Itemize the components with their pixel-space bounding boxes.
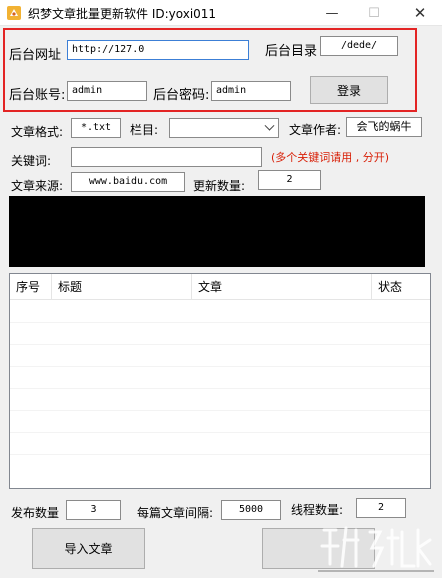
- app-icon: [7, 6, 21, 20]
- account-input[interactable]: admin: [67, 81, 147, 101]
- table-row: [10, 454, 430, 455]
- chevron-down-icon: [264, 120, 275, 131]
- thread-label: 线程数量:: [291, 503, 344, 517]
- keyword-hint: (多个关键词请用 , 分开): [271, 151, 390, 164]
- url-label: 后台网址: [9, 48, 62, 63]
- table-row: [10, 432, 430, 433]
- maximize-button[interactable]: ☐: [352, 0, 396, 26]
- format-input[interactable]: *.txt: [71, 118, 121, 138]
- title-bar: 织梦文章批量更新软件 ID:yoxi011 — ☐ ✕: [0, 0, 442, 26]
- source-input[interactable]: www.baidu.com: [71, 172, 185, 192]
- url-input[interactable]: http://127.0: [67, 40, 249, 60]
- dir-input[interactable]: /dede/: [320, 36, 398, 56]
- author-label: 文章作者:: [289, 123, 342, 137]
- column-header-article[interactable]: 文章: [192, 274, 372, 300]
- password-input[interactable]: admin: [211, 81, 291, 101]
- import-button[interactable]: 导入文章: [32, 528, 145, 569]
- thread-input[interactable]: 2: [356, 498, 406, 518]
- close-button[interactable]: ✕: [398, 0, 442, 26]
- column-header-status[interactable]: 状态: [372, 274, 430, 300]
- update-count-input[interactable]: 2: [258, 170, 321, 190]
- keyword-label: 关键词:: [11, 154, 52, 168]
- watermark-logo: [318, 526, 434, 572]
- table-row: [10, 344, 430, 345]
- column-select[interactable]: [169, 118, 279, 138]
- column-header-title[interactable]: 标题: [52, 274, 192, 300]
- article-table[interactable]: 序号 标题 文章 状态: [9, 273, 431, 489]
- update-count-label: 更新数量:: [193, 179, 246, 193]
- log-output: [9, 196, 425, 267]
- author-input[interactable]: 会飞的蜗牛: [346, 117, 422, 137]
- publish-count-input[interactable]: 3: [66, 500, 121, 520]
- interval-label: 每篇文章间隔:: [137, 506, 214, 520]
- table-header: 序号 标题 文章 状态: [10, 274, 430, 300]
- dir-label: 后台目录: [265, 44, 318, 59]
- account-label: 后台账号:: [9, 88, 66, 103]
- login-button[interactable]: 登录: [310, 76, 388, 104]
- source-label: 文章来源:: [11, 179, 64, 193]
- table-row: [10, 388, 430, 389]
- table-row: [10, 410, 430, 411]
- table-row: [10, 322, 430, 323]
- column-label: 栏目:: [130, 123, 159, 137]
- column-header-index[interactable]: 序号: [10, 274, 52, 300]
- table-row: [10, 366, 430, 367]
- window-title: 织梦文章批量更新软件 ID:yoxi011: [28, 7, 217, 21]
- password-label: 后台密码:: [153, 88, 210, 103]
- minimize-button[interactable]: —: [310, 0, 354, 26]
- format-label: 文章格式:: [11, 125, 64, 139]
- interval-input[interactable]: 5000: [221, 500, 281, 520]
- keyword-input[interactable]: [71, 147, 262, 167]
- publish-count-label: 发布数量: [11, 506, 60, 520]
